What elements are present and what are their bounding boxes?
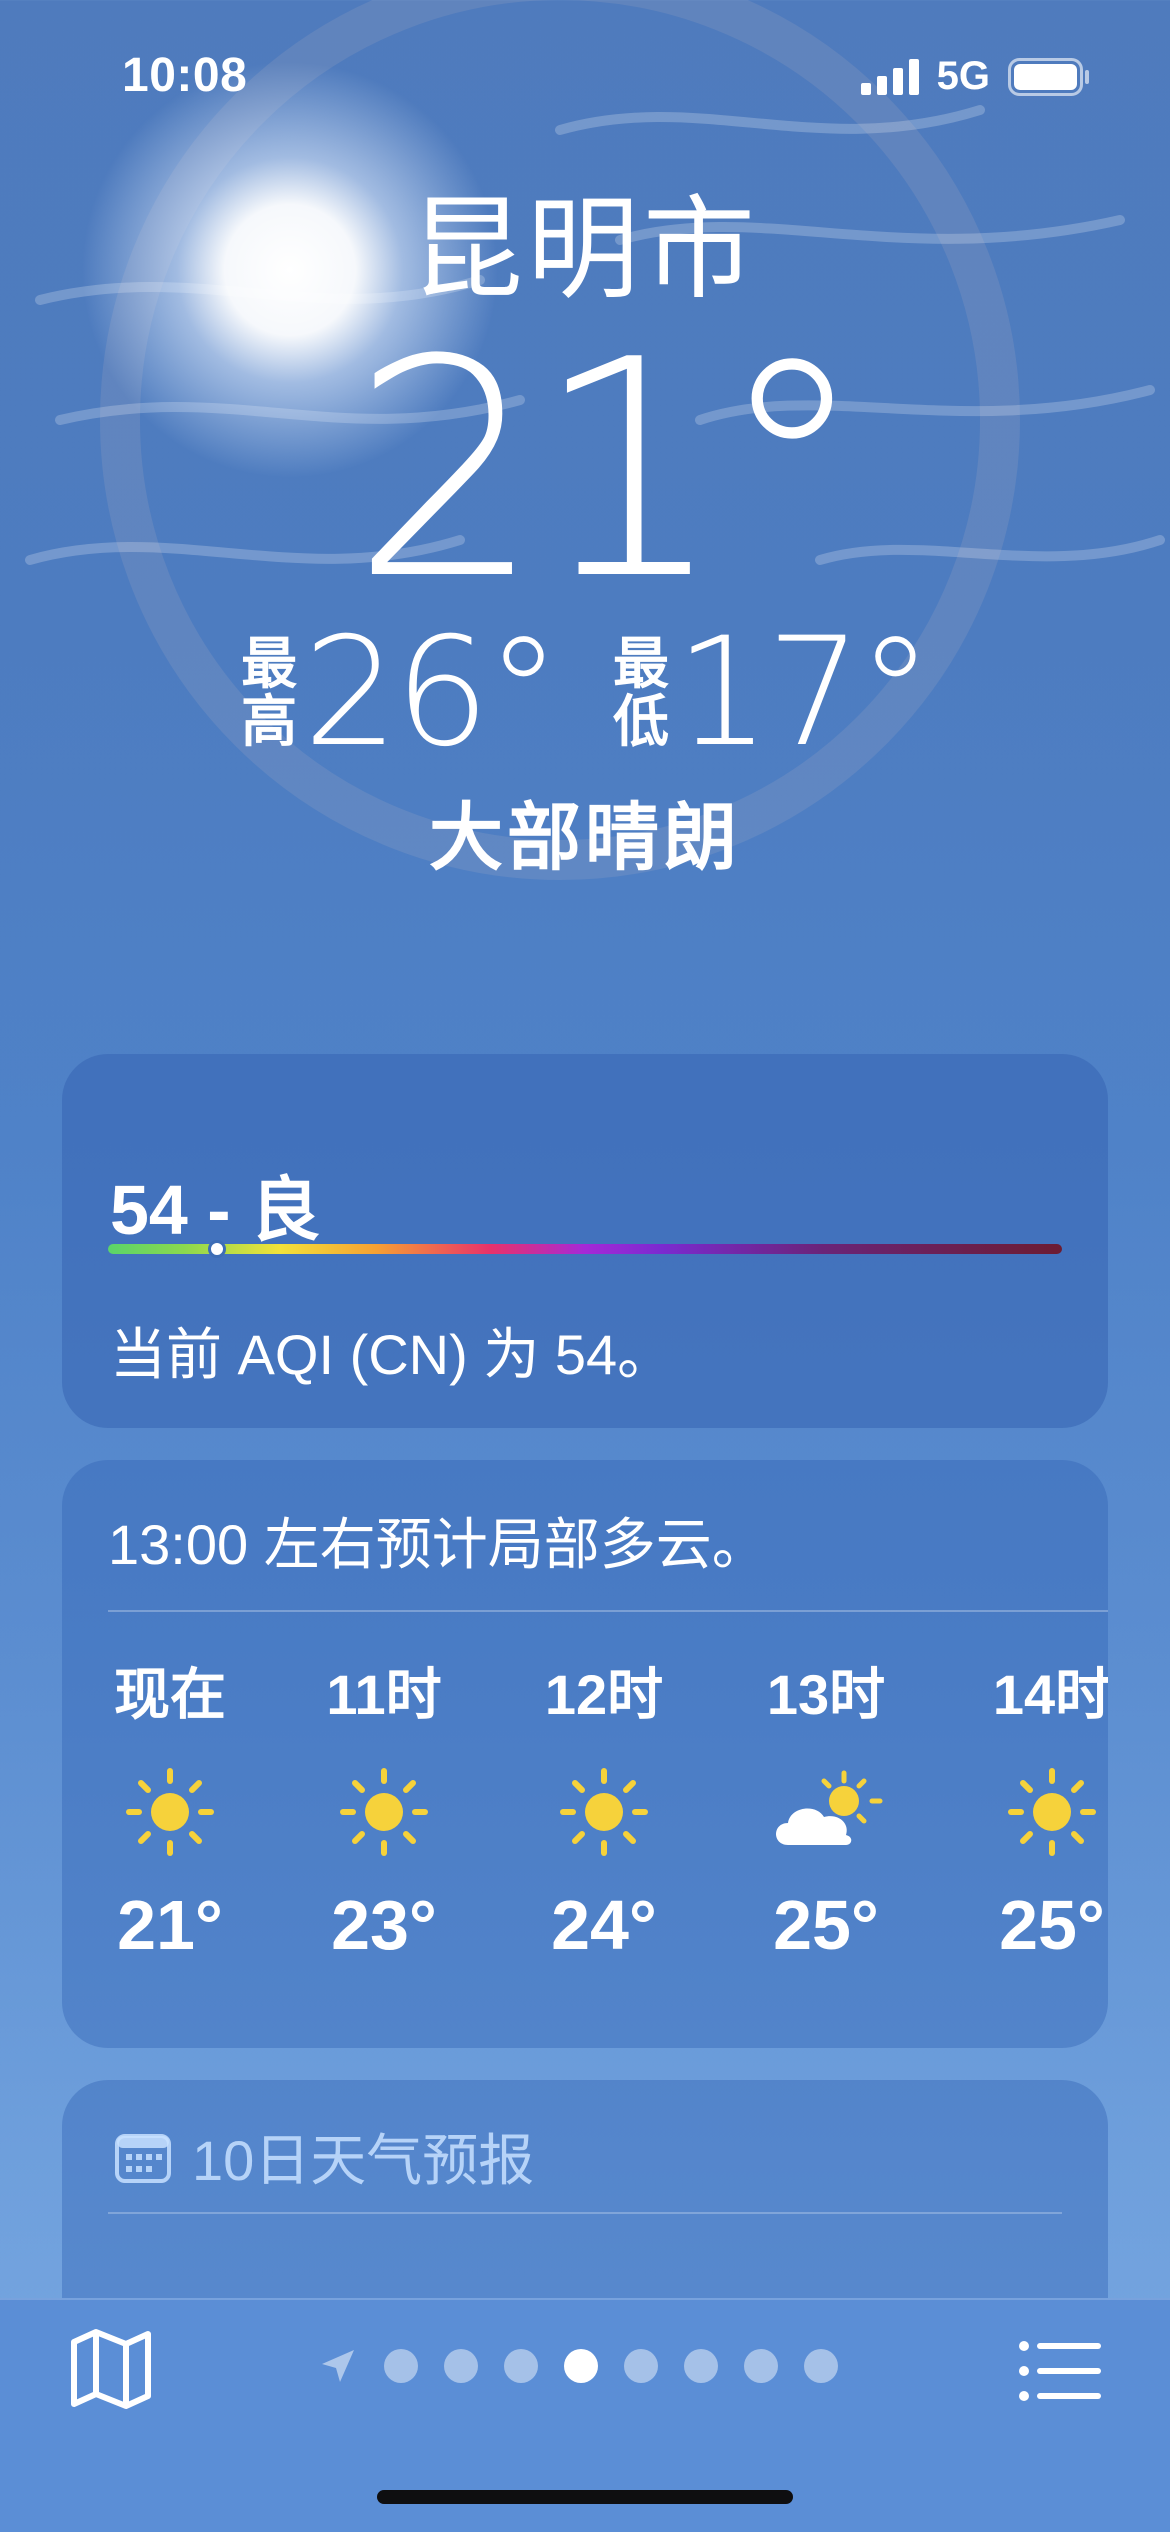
map-button[interactable] xyxy=(66,2324,156,2414)
page-dot[interactable] xyxy=(504,2349,538,2383)
hour-label: 12时 xyxy=(544,1663,664,1726)
page-dot[interactable] xyxy=(384,2349,418,2383)
hour-item: 12时 24° xyxy=(524,1650,684,1965)
divider xyxy=(108,1610,1108,1612)
status-time: 10:08 xyxy=(122,49,248,102)
hourly-summary: 13:00 左右预计局部多云。 xyxy=(108,1513,768,1576)
hour-temperature: 24° xyxy=(551,1886,657,1964)
hour-item: 13时 25° xyxy=(746,1650,906,1965)
network-type: 5G xyxy=(936,54,990,98)
low-label: 最 低 xyxy=(613,632,669,753)
hour-item: 11时 23° xyxy=(304,1650,464,1965)
sun-icon xyxy=(524,1757,684,1867)
current-temperature: 21° xyxy=(351,296,867,645)
high-temperature: 26° xyxy=(303,606,561,780)
hour-temperature: 21° xyxy=(117,1886,223,1964)
map-icon xyxy=(71,2329,151,2409)
hour-item: 14时 25° xyxy=(972,1650,1108,1965)
city-list-button[interactable] xyxy=(1014,2326,1104,2416)
page-dot[interactable] xyxy=(684,2349,718,2383)
cellular-signal-icon xyxy=(860,58,919,95)
page-dot[interactable] xyxy=(804,2349,838,2383)
battery-icon xyxy=(1008,57,1089,96)
home-indicator[interactable] xyxy=(377,2490,793,2504)
aqi-scale-bar xyxy=(108,1240,1062,1258)
hour-item: 现在 21° xyxy=(90,1650,250,1965)
divider xyxy=(108,2212,1062,2214)
sun-icon xyxy=(972,1757,1108,1867)
aqi-card[interactable]: 54 - 良 当前 AQI (CN) 为 54。 xyxy=(62,1054,1108,1428)
hour-temperature: 25° xyxy=(773,1886,879,1964)
hour-label: 13时 xyxy=(766,1663,886,1726)
hour-temperature: 25° xyxy=(999,1886,1105,1964)
forecast-header: 10日天气预报 xyxy=(114,2116,534,2197)
page-dot[interactable] xyxy=(744,2349,778,2383)
status-indicators: 5G xyxy=(860,54,1090,99)
page-indicator[interactable] xyxy=(318,2346,838,2386)
hour-label: 11时 xyxy=(326,1663,442,1726)
hour-temperature: 23° xyxy=(331,1886,437,1964)
page-dot[interactable] xyxy=(444,2349,478,2383)
high-label: 最 高 xyxy=(241,632,298,753)
hourly-forecast-card[interactable]: 13:00 左右预计局部多云。 现在 21° 11时 23° 12时 24° 1… xyxy=(62,1460,1108,2048)
location-arrow-icon xyxy=(322,2350,354,2382)
sun-icon xyxy=(90,1757,250,1867)
aqi-description: 当前 AQI (CN) 为 54。 xyxy=(110,1323,674,1386)
calendar-icon xyxy=(115,2133,171,2183)
partly-cloudy-icon xyxy=(746,1757,906,1867)
weather-condition: 大部晴朗 xyxy=(429,796,741,879)
forecast-title: 10日天气预报 xyxy=(192,2129,535,2192)
list-icon xyxy=(1019,2341,1101,2401)
hour-label: 现在 xyxy=(114,1663,226,1726)
sun-icon xyxy=(304,1757,464,1867)
page-dot-active[interactable] xyxy=(564,2349,598,2383)
hour-label: 14时 xyxy=(992,1663,1108,1726)
low-temperature: 17° xyxy=(675,606,933,780)
weather-header: 昆明市 21° 最 高 26° 最 低 17° 大部晴朗 xyxy=(0,180,1170,885)
page-dot[interactable] xyxy=(624,2349,658,2383)
status-bar: 10:08 5G xyxy=(0,0,1170,150)
aqi-indicator xyxy=(208,1240,226,1258)
